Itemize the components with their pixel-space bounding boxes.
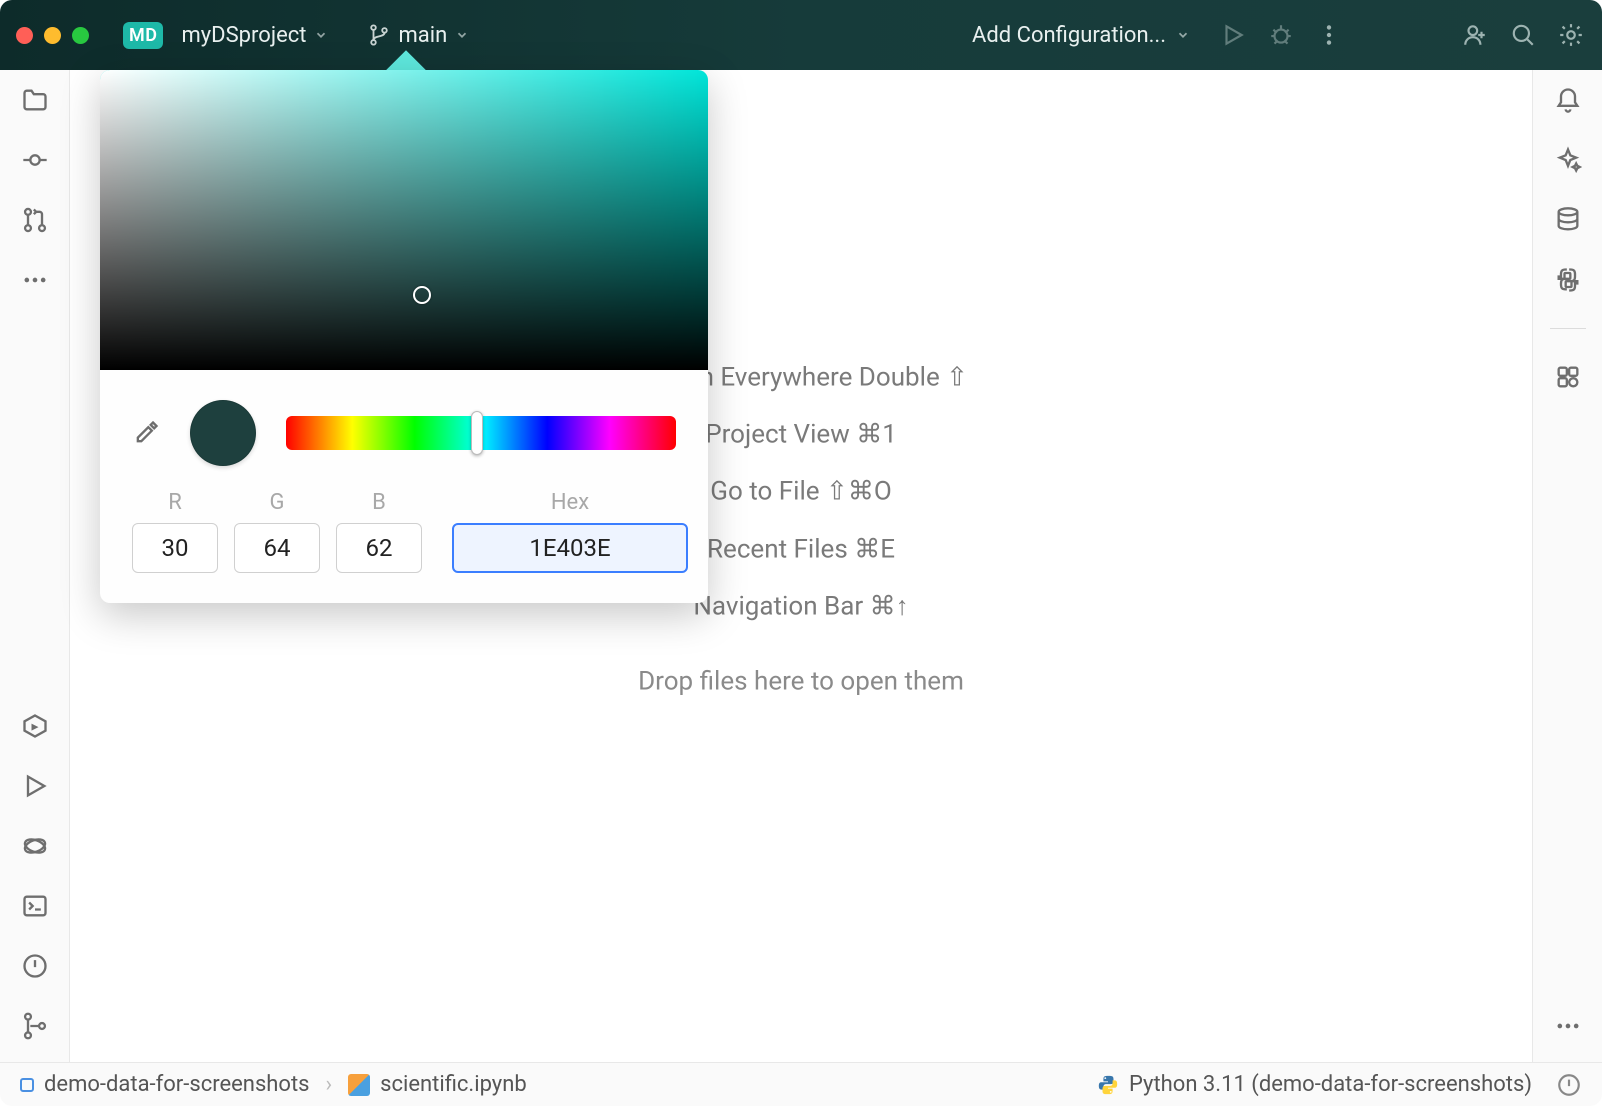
settings-button[interactable] [1556,20,1586,50]
breadcrumb-root: demo-data-for-screenshots [44,1072,310,1097]
project-selector[interactable]: MD myDSproject [113,16,338,55]
project-badge: MD [123,22,163,49]
commit-tool-button[interactable] [19,144,51,176]
minimize-window-button[interactable] [44,27,61,44]
breadcrumb-file: scientific.ipynb [380,1072,527,1097]
titlebar: MD myDSproject main Add Configuration... [0,0,1602,70]
vcs-tool-button[interactable] [19,1010,51,1042]
b-input[interactable] [336,523,422,573]
chevron-down-icon [455,28,469,42]
branch-selector[interactable]: main [358,17,479,54]
notifications-tool-button[interactable] [1552,84,1584,116]
code-with-me-button[interactable] [1460,20,1490,50]
debug-button[interactable] [1266,20,1296,50]
project-tool-button[interactable] [19,84,51,116]
git-branch-icon [368,24,390,46]
color-picker-popover: R G B Hex [100,70,708,603]
database-tool-button[interactable] [1552,204,1584,236]
maximize-window-button[interactable] [72,27,89,44]
module-icon [20,1078,34,1092]
g-label: G [270,490,285,515]
more-actions-button[interactable] [1314,20,1344,50]
hue-slider-handle[interactable] [471,411,483,455]
close-window-button[interactable] [16,27,33,44]
problems-tool-button[interactable] [19,950,51,982]
interpreter-label: Python 3.11 (demo-data-for-screenshots) [1129,1072,1532,1097]
services-tool-button[interactable] [19,710,51,742]
color-swatch [190,400,256,466]
jupyter-file-icon [348,1074,370,1096]
problems-indicator-icon[interactable] [1556,1072,1582,1098]
run-button[interactable] [1218,20,1248,50]
branch-name-label: main [398,23,447,48]
saturation-value-panel[interactable] [100,70,708,370]
chevron-down-icon [314,28,328,42]
r-label: R [168,490,182,515]
project-name-label: myDSproject [181,23,306,48]
g-input[interactable] [234,523,320,573]
pull-requests-tool-button[interactable] [19,204,51,236]
status-bar: demo-data-for-screenshots › scientific.i… [0,1062,1602,1106]
hex-label: Hex [551,490,589,515]
more-tool-windows-button[interactable] [19,264,51,296]
terminal-tool-button[interactable] [19,890,51,922]
chevron-down-icon [1176,28,1190,42]
search-everywhere-button[interactable] [1508,20,1538,50]
r-input[interactable] [132,523,218,573]
python-packages-tool-button[interactable] [19,830,51,862]
ai-assistant-tool-button[interactable] [1552,144,1584,176]
python-icon [1097,1074,1119,1096]
python-console-tool-button[interactable] [1552,264,1584,296]
run-configuration-selector[interactable]: Add Configuration... [962,17,1200,54]
b-label: B [372,490,386,515]
right-tool-rail [1532,70,1602,1062]
breadcrumb[interactable]: demo-data-for-screenshots › scientific.i… [44,1072,527,1097]
run-config-label: Add Configuration... [972,23,1166,48]
run-tool-button[interactable] [19,770,51,802]
window-controls [16,27,89,44]
python-interpreter-selector[interactable]: Python 3.11 (demo-data-for-screenshots) [1097,1072,1532,1097]
chevron-right-icon: › [326,1072,333,1097]
left-tool-rail [0,70,70,1062]
sv-cursor[interactable] [413,286,431,304]
hue-slider[interactable] [286,416,676,450]
plugins-tool-button[interactable] [1552,361,1584,393]
drop-files-hint: Drop files here to open them [634,653,968,710]
more-right-tools-button[interactable] [1552,1010,1584,1042]
eyedropper-button[interactable] [132,419,160,447]
hex-input[interactable] [452,523,688,573]
